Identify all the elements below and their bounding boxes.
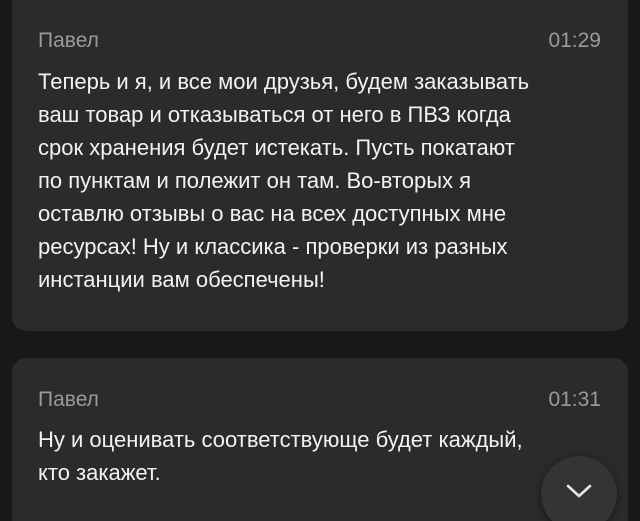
message-header: Павел 01:29: [38, 0, 601, 53]
chat-view: Павел 01:29 Теперь и я, и все мои друзья…: [0, 0, 640, 521]
message-time: 01:29: [548, 29, 601, 52]
message-bubble[interactable]: Павел 01:29 Теперь и я, и все мои друзья…: [12, 0, 628, 331]
message-author: Павел: [38, 29, 99, 52]
message-text: Ну и оценивать соответствующе будет кажд…: [38, 427, 523, 485]
message-author: Павел: [38, 388, 99, 411]
chevron-down-icon: [565, 482, 593, 500]
message-bubble[interactable]: Павел 01:31 Ну и оценивать соответствующ…: [12, 358, 628, 521]
message-text: Теперь и я, и все мои друзья, будем зака…: [38, 69, 530, 292]
message-time: 01:31: [548, 388, 601, 411]
message-header: Павел 01:31: [38, 358, 601, 412]
